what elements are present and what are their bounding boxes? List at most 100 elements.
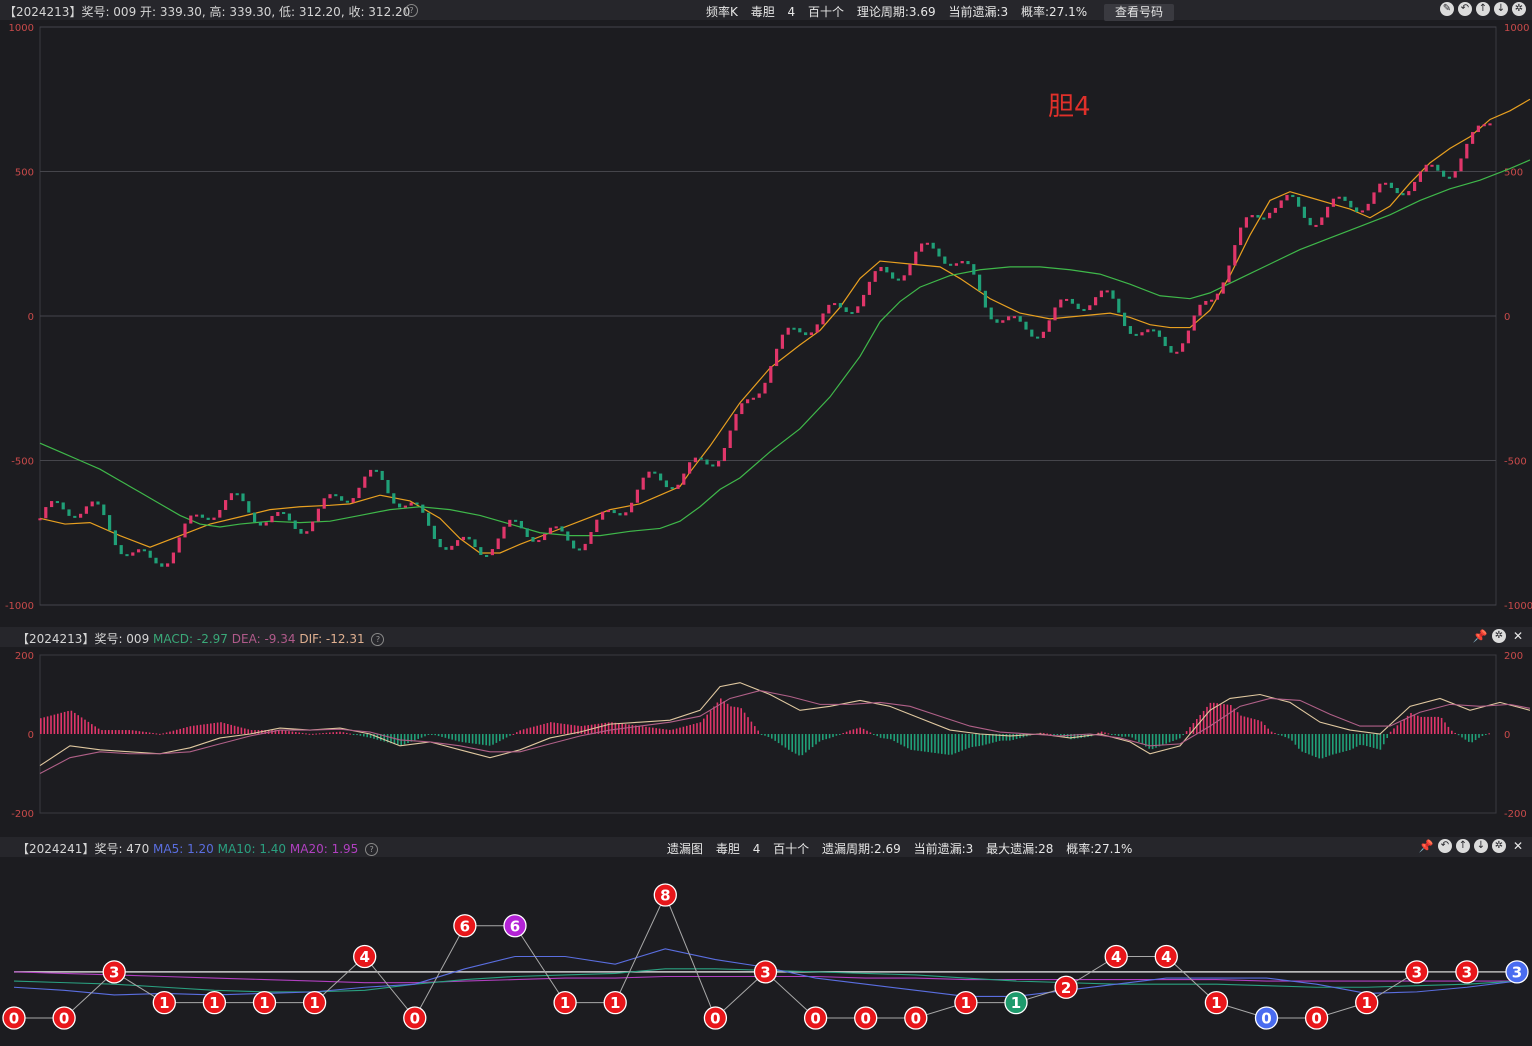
macd-bar — [1389, 731, 1392, 734]
candle — [160, 563, 164, 567]
candle — [235, 493, 239, 496]
miss-marker: 3 — [102, 960, 126, 984]
macd-bar — [937, 734, 940, 754]
down-icon[interactable]: ↓ — [1494, 2, 1508, 16]
up-icon[interactable]: ↑ — [1476, 2, 1490, 16]
candle — [1488, 123, 1492, 126]
candle — [891, 272, 895, 279]
candle — [171, 552, 175, 564]
macd-bar — [682, 726, 685, 734]
macd-bar — [492, 734, 494, 745]
macd-bar — [1257, 720, 1259, 734]
up-icon[interactable]: ↑ — [1456, 839, 1470, 853]
candle — [728, 430, 732, 448]
candle — [253, 512, 257, 523]
macd-bar — [988, 734, 991, 744]
macd-bar — [900, 734, 902, 745]
help-icon[interactable]: ? — [405, 4, 418, 17]
help-icon[interactable]: ? — [371, 633, 385, 646]
candle — [67, 509, 71, 516]
candle — [566, 531, 570, 541]
candle — [1059, 299, 1063, 308]
macd-bar — [509, 734, 511, 736]
candle — [1134, 333, 1138, 336]
candle — [154, 557, 158, 564]
macd-bar — [961, 734, 963, 751]
macd-bar — [444, 734, 447, 738]
macd-bar — [849, 730, 851, 734]
compass-icon[interactable]: ✎ — [1440, 2, 1454, 16]
query-numbers-button[interactable]: 查看号码 — [1103, 4, 1174, 21]
macd-bar — [1308, 734, 1310, 755]
macd-bar — [560, 723, 562, 734]
settings-icon[interactable]: ✲ — [1512, 2, 1526, 16]
candle — [688, 462, 692, 474]
macd-bar — [407, 734, 409, 744]
close-icon[interactable]: ✕ — [1510, 838, 1526, 854]
candle — [983, 290, 987, 308]
macd-bar — [978, 734, 980, 747]
candle — [1210, 299, 1214, 302]
macd-bar — [890, 734, 892, 740]
macd-bar — [165, 732, 168, 734]
macd-bar — [536, 725, 538, 734]
miss-marker: 4 — [353, 944, 377, 969]
macd-bar — [1372, 734, 1375, 748]
candle — [943, 256, 947, 264]
miss-marker: 0 — [2, 1006, 26, 1030]
macd-bar — [40, 718, 42, 734]
candle — [989, 307, 993, 320]
macd-bar — [1236, 712, 1239, 734]
macd-bar — [624, 724, 627, 734]
macd-y-tick-right: 200 — [1504, 651, 1523, 662]
back-icon[interactable]: ↶ — [1438, 839, 1452, 853]
settings-icon[interactable]: ✲ — [1492, 839, 1506, 853]
close-icon[interactable]: ✕ — [1510, 628, 1526, 644]
candle — [316, 508, 320, 522]
settings-icon[interactable]: ✲ — [1492, 629, 1506, 643]
ma10-value: MA10: 1.40 — [217, 842, 287, 856]
macd-bar — [179, 728, 181, 734]
macd-bar — [730, 706, 732, 734]
candle — [798, 328, 802, 333]
macd-bar — [213, 723, 215, 734]
candle — [61, 502, 65, 510]
candle — [931, 242, 935, 249]
macd-bar — [777, 734, 780, 744]
miss-marker: 1 — [202, 990, 227, 1015]
candle — [1424, 164, 1428, 172]
candle — [96, 501, 100, 505]
macd-bar — [1141, 734, 1144, 745]
candle — [966, 261, 970, 265]
macd-bar — [1403, 719, 1405, 734]
y-tick-label-right: -1000 — [1504, 601, 1532, 612]
macd-bar — [706, 714, 708, 734]
macd-bar — [346, 732, 348, 734]
candle — [1030, 329, 1034, 337]
help-icon[interactable]: ? — [365, 843, 379, 856]
candle — [200, 514, 204, 518]
macd-bar — [913, 734, 916, 751]
candle — [305, 531, 309, 534]
candle — [751, 397, 755, 400]
macd-bar — [1315, 734, 1317, 758]
candle — [618, 513, 622, 516]
macd-bar — [1111, 734, 1113, 735]
macd-bar — [488, 734, 491, 746]
macd-bar — [424, 734, 426, 737]
macd-bar — [818, 734, 821, 742]
candle — [218, 509, 222, 518]
candle — [1192, 315, 1196, 331]
candle — [444, 547, 448, 550]
candle — [543, 533, 547, 541]
candle — [90, 501, 94, 507]
macd-bar — [638, 725, 640, 734]
back-icon[interactable]: ↶ — [1458, 2, 1472, 16]
y-tick-label-right: 500 — [1504, 168, 1523, 179]
candle — [827, 304, 831, 314]
down-icon[interactable]: ↓ — [1474, 839, 1488, 853]
macd-bar — [662, 729, 664, 734]
candle — [1227, 265, 1231, 283]
pin-icon[interactable]: 📌 — [1418, 838, 1434, 854]
pin-icon[interactable]: 📌 — [1472, 628, 1488, 644]
